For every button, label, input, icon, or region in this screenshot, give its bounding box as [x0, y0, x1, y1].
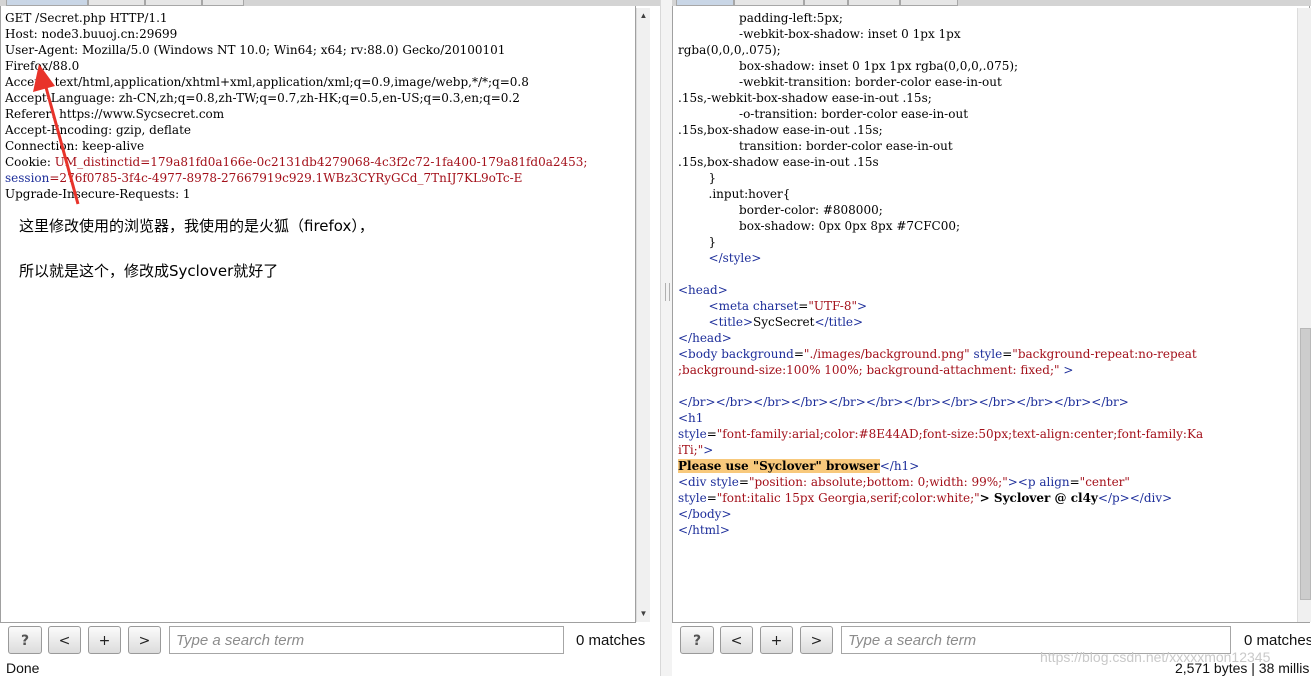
annotation-line-2: 所以就是这个，修改成Syclover就好了 [19, 262, 279, 280]
user-agent-wrap: Firefox/88.0 [5, 59, 80, 73]
referer-header: Referer: https://www.Sycsecret.com [5, 107, 225, 121]
p-open-tag: ><p [1007, 475, 1036, 489]
css-line-13: border-color: #808000; [678, 203, 883, 217]
help-button-response[interactable]: ? [680, 626, 714, 654]
div-open-tag: <div [678, 475, 707, 489]
css-line-11: } [678, 171, 717, 185]
cookie-value: UM_distinctid=179a81fd0a166e-0c2131db427… [54, 155, 588, 169]
request-match-count: 0 matches [576, 632, 646, 649]
response-scroll-thumb[interactable] [1300, 328, 1311, 600]
scroll-up-arrow-icon[interactable]: ▲ [637, 10, 650, 22]
request-search-input[interactable] [169, 626, 564, 654]
p-style-attr: style [678, 491, 707, 505]
style-close-tag: </style> [708, 251, 762, 265]
h1-open-end: > [703, 443, 714, 457]
accept-encoding-header: Accept-Encoding: gzip, deflate [5, 123, 192, 137]
p-align-attr: align [1039, 475, 1070, 489]
div-style-attr: style [710, 475, 739, 489]
body-background-value: "./images/background.png" [803, 347, 970, 361]
next-match-button[interactable]: > [128, 626, 161, 654]
body-open-end: > [1059, 363, 1074, 377]
highlighted-h1-text: Please use "Syclover" browser [678, 459, 880, 473]
css-line-5: -webkit-transition: border-color ease-in… [678, 75, 1002, 89]
splitter-grip-icon[interactable] [665, 283, 670, 301]
response-match-count: 0 matches [1244, 632, 1311, 649]
scroll-down-arrow-icon[interactable]: ▼ [637, 608, 650, 620]
request-scrollbar[interactable]: ▲ ▼ [636, 8, 650, 622]
request-search-bar: ? < + > 0 matches [0, 624, 660, 658]
h1-open-tag: <h1 [678, 411, 704, 425]
accept-language-header: Accept-Language: zh-CN,zh;q=0.8,zh-TW;q=… [5, 91, 520, 105]
previous-match-button-response[interactable]: < [720, 626, 753, 654]
upgrade-header: Upgrade-Insecure-Requests: 1 [5, 187, 191, 201]
css-line-14: box-shadow: 0px 0px 8px #7CFC00; [678, 219, 961, 233]
connection-header: Connection: keep-alive [5, 139, 145, 153]
h1-close-tag: </h1> [879, 459, 920, 473]
request-editor[interactable]: GET /Secret.php HTTP/1.1 Host: node3.buu… [0, 6, 636, 623]
session-key: session [5, 171, 50, 185]
response-scrollbar[interactable] [1297, 8, 1311, 622]
add-button[interactable]: + [88, 626, 121, 654]
p-div-close-tags: </p></div> [1097, 491, 1173, 505]
meta-charset-attr: charset [752, 299, 799, 313]
host-header: Host: node3.buuoj.cn:29699 [5, 27, 178, 41]
div-style-value: "position: absolute;bottom: 0;width: 99%… [748, 475, 1008, 489]
request-line: GET /Secret.php HTTP/1.1 [5, 11, 168, 25]
css-line-6: .15s,-webkit-box-shadow ease-in-out .15s… [678, 91, 932, 105]
body-background-attr: background [721, 347, 794, 361]
next-match-button-response[interactable]: > [800, 626, 833, 654]
add-button-response[interactable]: + [760, 626, 793, 654]
body-close-tag: </body> [678, 507, 732, 521]
css-line-9: transition: border-color ease-in-out [678, 139, 953, 153]
previous-match-button[interactable]: < [48, 626, 81, 654]
css-line-1: padding-left:5px; [678, 11, 843, 25]
body-open-tag: <body [678, 347, 718, 361]
request-pane: GET /Secret.php HTTP/1.1 Host: node3.buu… [0, 0, 660, 676]
h1-style-value-b: iTi;" [678, 443, 704, 457]
meta-charset-value: "UTF-8" [808, 299, 857, 313]
p-style-value: "font:italic 15px Georgia,serif;color:wh… [716, 491, 980, 505]
csdn-watermark: https://blog.csdn.net/xxxxxmon12345 [1040, 649, 1271, 665]
annotation-line-1: 这里修改使用的浏览器，我使用的是火狐（firefox）， [19, 217, 374, 235]
title-open-tag: <title> [708, 315, 754, 329]
body-style-value-a: "background-repeat:no-repeat [1012, 347, 1197, 361]
css-line-2: -webkit-box-shadow: inset 0 1px 1px [678, 27, 961, 41]
css-line-12: .input:hover{ [678, 187, 791, 201]
css-line-10: .15s,box-shadow ease-in-out .15s [678, 155, 879, 169]
body-style-value-b: ;background-size:100% 100%; background-a… [678, 363, 1060, 377]
css-line-15: } [678, 235, 717, 249]
accept-header: Accept: text/html,application/xhtml+xml,… [5, 75, 529, 89]
response-pane: padding-left:5px; -webkit-box-shadow: in… [672, 0, 1311, 676]
h1-style-value-a: "font-family:arial;color:#8E44AD;font-si… [716, 427, 1204, 441]
css-line-7: -o-transition: border-color ease-in-out [678, 107, 969, 121]
response-editor[interactable]: padding-left:5px; -webkit-box-shadow: in… [672, 6, 1310, 623]
br-tags: </br></br></br></br></br></br></br></br>… [678, 395, 1129, 409]
css-line-8: .15s,box-shadow ease-in-out .15s; [678, 123, 883, 137]
meta-tag: <meta [708, 299, 750, 313]
title-close-tag: </title> [814, 315, 864, 329]
css-line-4: box-shadow: inset 0 1px 1px rgba(0,0,0,.… [678, 59, 1019, 73]
status-text: Done [6, 660, 40, 676]
footer-text: > Syclover @ cl4y [979, 491, 1098, 505]
h1-style-attr: style [678, 427, 707, 441]
css-line-3: rgba(0,0,0,.075); [678, 43, 781, 57]
p-align-value: "center" [1079, 475, 1130, 489]
head-open-tag: <head> [678, 283, 728, 297]
head-close-tag: </head> [678, 331, 732, 345]
html-close-tag: </html> [678, 523, 730, 537]
page-title-text: SycSecret [753, 315, 815, 329]
body-style-attr: style [973, 347, 1003, 361]
response-text[interactable]: padding-left:5px; -webkit-box-shadow: in… [673, 6, 1309, 538]
session-value: =276f0785-3f4c-4977-8978-27667919c929.1W… [49, 171, 523, 185]
request-text[interactable]: GET /Secret.php HTTP/1.1 Host: node3.buu… [1, 6, 635, 202]
user-agent-header: User-Agent: Mozilla/5.0 (Windows NT 10.0… [5, 43, 506, 57]
help-button[interactable]: ? [8, 626, 42, 654]
cookie-label: Cookie: [5, 155, 55, 169]
